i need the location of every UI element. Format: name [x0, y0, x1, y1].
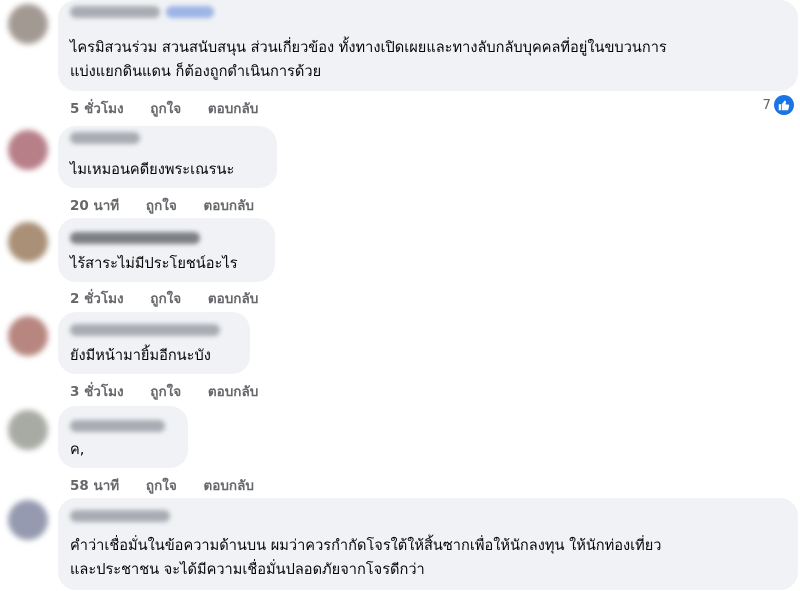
- reply-action[interactable]: ตอบกลับ: [203, 478, 253, 494]
- comment-time[interactable]: 20 นาที: [70, 198, 119, 214]
- comment-time[interactable]: 3 ชั่วโมง: [70, 384, 124, 400]
- comment-bubble: ไครมิสวนร่วม สวนสนับสนุน ส่วนเกี่ยวข้อง …: [58, 0, 798, 91]
- comment-bubble: คำว่าเชื่อมั่นในข้อความด้านบน ผมว่าควรกำ…: [58, 498, 798, 590]
- commenter-name[interactable]: [70, 6, 160, 18]
- comment-text-line: และประชาชน จะได้มีความเชื่อมั่นปลอดภัยจา…: [70, 561, 425, 578]
- like-thumb-icon: [774, 95, 794, 115]
- comment-time[interactable]: 58 นาที: [70, 478, 119, 494]
- comment-text-line: ค,: [70, 441, 85, 458]
- reply-action[interactable]: ตอบกลับ: [203, 198, 253, 214]
- like-action[interactable]: ถูกใจ: [146, 478, 177, 494]
- commenter-name[interactable]: [70, 232, 200, 244]
- comment-bubble: ไมเหมอนคดียงพระเณรนะ: [58, 126, 277, 188]
- avatar[interactable]: [8, 316, 48, 356]
- comment-text-line: คำว่าเชื่อมั่นในข้อความด้านบน ผมว่าควรกำ…: [70, 537, 662, 554]
- comment-text-line: แบ่งแยกดินแดน ก็ต้องถูกดำเนินการด้วย: [70, 63, 322, 80]
- like-action[interactable]: ถูกใจ: [150, 101, 181, 117]
- avatar[interactable]: [8, 500, 48, 540]
- comment-meta: 20 นาที ถูกใจ ตอบกลับ: [70, 194, 276, 216]
- comment-meta: 5 ชั่วโมง ถูกใจ ตอบกลับ: [70, 97, 280, 119]
- comment-bubble: ไร้สาระไม่มีประโยชน์อะไร: [58, 218, 275, 282]
- avatar[interactable]: [8, 222, 48, 262]
- reaction-count[interactable]: 7: [762, 95, 794, 115]
- avatar[interactable]: [8, 410, 48, 450]
- comment-text-line: ไร้สาระไม่มีประโยชน์อะไร: [70, 255, 238, 272]
- avatar[interactable]: [8, 4, 48, 44]
- comment-meta: 2 ชั่วโมง ถูกใจ ตอบกลับ: [70, 287, 280, 309]
- reply-action[interactable]: ตอบกลับ: [208, 101, 258, 117]
- like-action[interactable]: ถูกใจ: [150, 291, 181, 307]
- comment-meta: 3 ชั่วโมง ถูกใจ ตอบกลับ: [70, 380, 280, 402]
- comment-bubble: ค,: [58, 406, 188, 468]
- reply-action[interactable]: ตอบกลับ: [208, 291, 258, 307]
- comment-text-line: ไมเหมอนคดียงพระเณรนะ: [70, 161, 235, 178]
- like-action[interactable]: ถูกใจ: [150, 384, 181, 400]
- commenter-tag[interactable]: [166, 6, 214, 18]
- commenter-name[interactable]: [70, 132, 140, 144]
- avatar[interactable]: [8, 130, 48, 170]
- reaction-count-number: 7: [762, 97, 771, 113]
- comment-text-line: ยังมีหน้ามายิ้มอีกนะบัง: [70, 347, 211, 364]
- commenter-name[interactable]: [70, 324, 220, 336]
- comment-text-line: ไครมิสวนร่วม สวนสนับสนุน ส่วนเกี่ยวข้อง …: [70, 39, 667, 56]
- comment-bubble: ยังมีหน้ามายิ้มอีกนะบัง: [58, 312, 250, 374]
- reply-action[interactable]: ตอบกลับ: [208, 384, 258, 400]
- comment-time[interactable]: 5 ชั่วโมง: [70, 101, 124, 117]
- commenter-name[interactable]: [70, 510, 170, 522]
- commenter-name[interactable]: [70, 420, 165, 432]
- comment-time[interactable]: 2 ชั่วโมง: [70, 291, 124, 307]
- like-action[interactable]: ถูกใจ: [146, 198, 177, 214]
- comment-meta: 58 นาที ถูกใจ ตอบกลับ: [70, 474, 276, 496]
